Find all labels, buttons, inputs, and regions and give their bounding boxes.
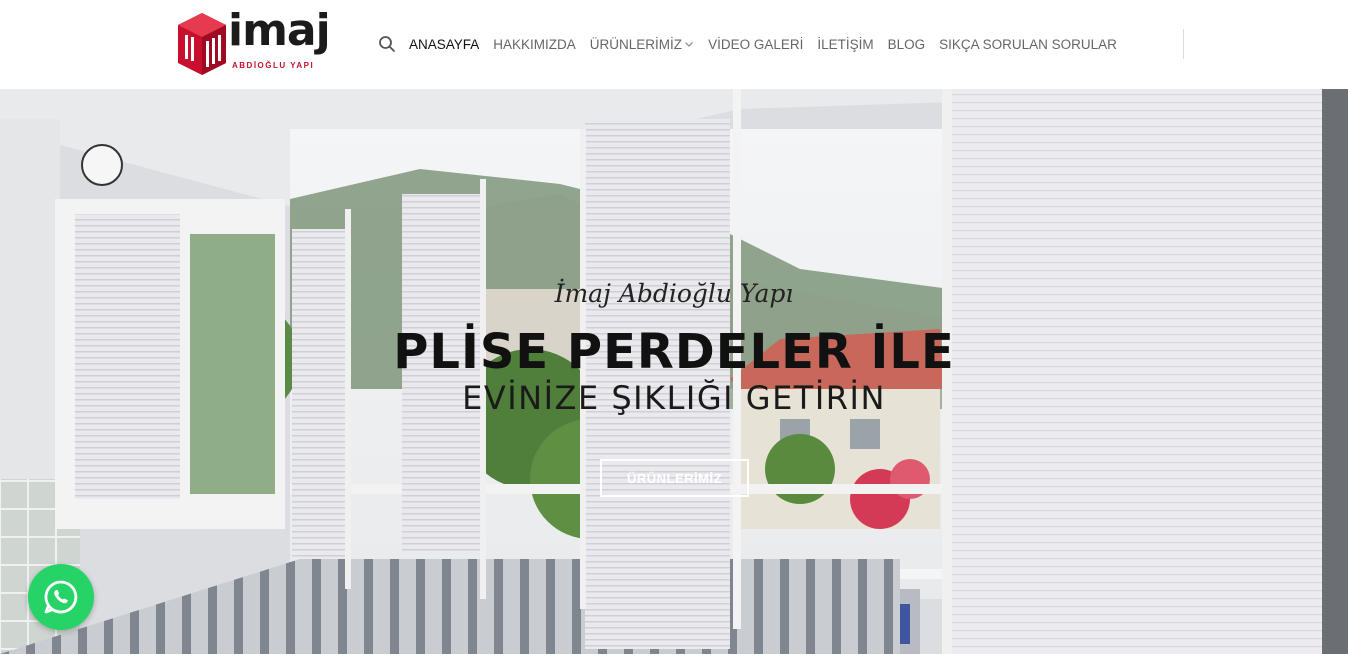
nav-item-label: ÜRÜNLERİMİZ bbox=[589, 36, 683, 52]
nav-item-video-galeri[interactable]: VİDEO GALERİ bbox=[708, 37, 803, 52]
nav-item-label: HAKKIMIZDA bbox=[493, 36, 576, 52]
hero-script-text: İmaj Abdioğlu Yapı bbox=[554, 279, 794, 308]
site-logo[interactable]: imaj ABDİOĞLU YAPI bbox=[176, 5, 331, 77]
whatsapp-button[interactable] bbox=[28, 564, 94, 630]
nav-item-iletisim[interactable]: İLETİŞİM bbox=[817, 37, 873, 52]
hero-slider: İmaj Abdioğlu Yapı PLİSE PERDELER İLE EV… bbox=[0, 89, 1348, 654]
nav-item-urunlerimiz[interactable]: ÜRÜNLERİMİZ bbox=[590, 37, 694, 52]
whatsapp-icon bbox=[44, 580, 78, 614]
nav-item-label: SIKÇA SORULAN SORULAR bbox=[939, 36, 1117, 52]
nav-item-anasayfa[interactable]: ANASAYFA bbox=[409, 37, 479, 52]
nav-item-blog[interactable]: BLOG bbox=[888, 37, 926, 52]
main-nav: ANASAYFA HAKKIMIZDA ÜRÜNLERİMİZ VİDEO GA… bbox=[378, 34, 1131, 54]
logo-cube-icon bbox=[178, 13, 226, 75]
search-icon[interactable] bbox=[378, 35, 396, 53]
logo-subtitle: ABDİOĞLU YAPI bbox=[232, 61, 315, 70]
products-button[interactable]: ÜRÜNLERİMİZ bbox=[600, 459, 749, 497]
logo-wordmark: imaj bbox=[228, 5, 331, 56]
site-header: imaj ABDİOĞLU YAPI ANASAYFA HAKKIMIZDA Ü… bbox=[0, 0, 1348, 89]
nav-item-label: İLETİŞİM bbox=[817, 36, 874, 52]
hero-subtitle: EVİNİZE ŞIKLIĞI GETİRİN bbox=[462, 379, 886, 417]
nav-item-label: BLOG bbox=[887, 36, 926, 52]
nav-item-hakkimizda[interactable]: HAKKIMIZDA bbox=[493, 37, 576, 52]
nav-item-sss[interactable]: SIKÇA SORULAN SORULAR bbox=[939, 37, 1117, 52]
header-divider bbox=[1183, 29, 1184, 59]
nav-item-label: VİDEO GALERİ bbox=[708, 36, 804, 52]
nav-item-label: ANASAYFA bbox=[409, 36, 480, 52]
hero-title: PLİSE PERDELER İLE bbox=[393, 324, 955, 380]
chevron-down-icon bbox=[685, 42, 693, 47]
